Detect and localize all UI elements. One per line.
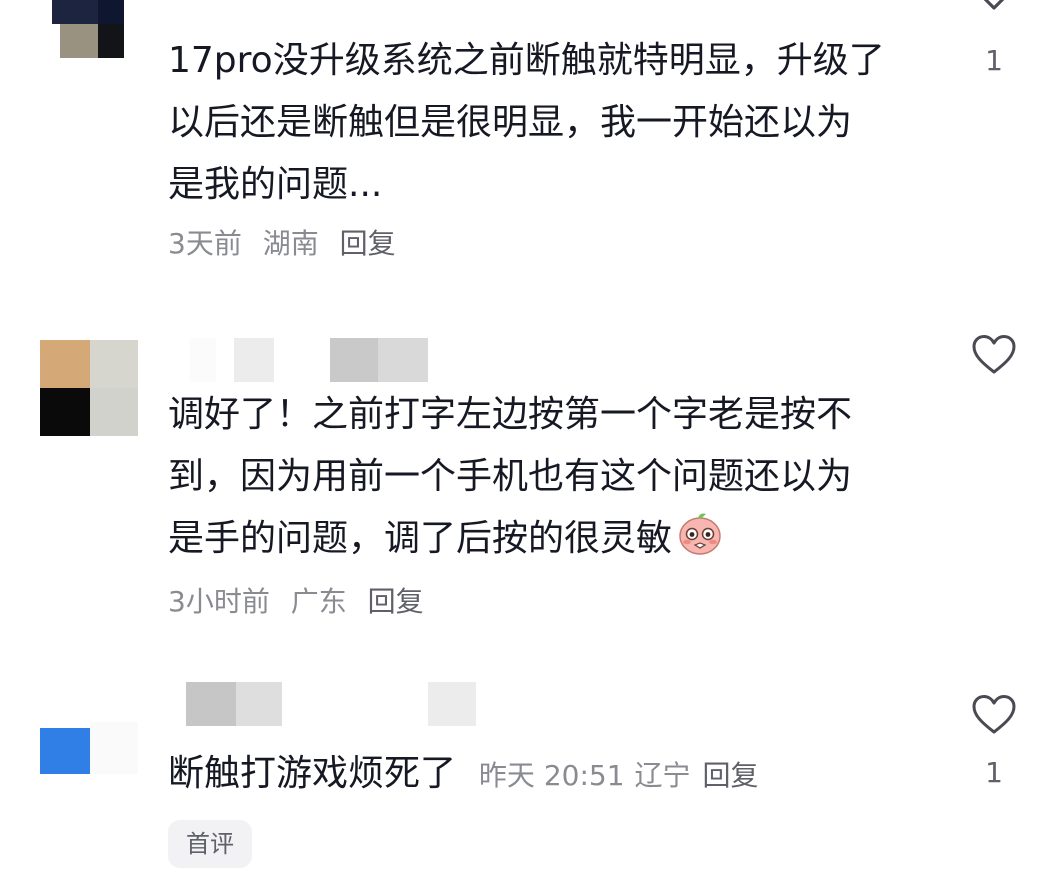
avatar-pixel: [40, 728, 90, 774]
reply-button[interactable]: 回复: [703, 759, 759, 792]
comment-text-line: 断触打游戏烦死了: [168, 753, 457, 794]
like-count: 1: [985, 756, 1003, 789]
comment-item: 断触打游戏烦死了 昨天 20:51 辽宁 回复 首评 1: [0, 0, 1056, 881]
comment-time: 昨天 20:51: [478, 759, 625, 792]
like-button[interactable]: [966, 694, 1022, 736]
avatar[interactable]: [40, 722, 138, 774]
first-comment-badge: 首评: [168, 820, 252, 868]
avatar-pixel: [90, 722, 138, 774]
comment-meta: 昨天 20:51 辽宁 回复: [470, 759, 759, 792]
comment-location: 辽宁: [634, 759, 691, 792]
comment-text: 断触打游戏烦死了 昨天 20:51 辽宁 回复: [168, 743, 759, 807]
username-blurred[interactable]: [186, 682, 478, 726]
heart-outline-icon: [972, 695, 1016, 734]
